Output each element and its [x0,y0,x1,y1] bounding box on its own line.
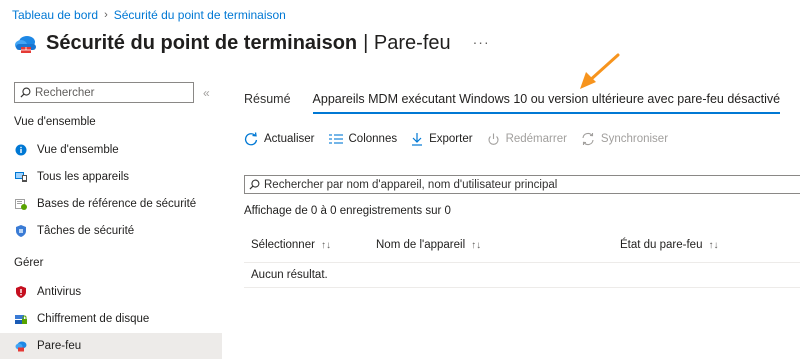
antivirus-shield-icon [15,286,27,298]
main-content: Résumé Appareils MDM exécutant Windows 1… [244,53,800,362]
sidebar-item-label: Tâches de sécurité [37,225,135,237]
baseline-icon [15,198,27,210]
breadcrumb-home-link[interactable]: Tableau de bord [12,8,98,22]
disk-encryption-icon [15,313,27,325]
sync-button[interactable]: Synchroniser [581,132,668,146]
download-icon [412,133,423,146]
firewall-cloud-icon [15,35,36,53]
page-subtitle: | Pare-feu [363,32,451,54]
sidebar-item-label: Chiffrement de disque [37,313,150,325]
sidebar-search-box[interactable] [14,82,194,103]
page-title: Sécurité du point de terminaison [46,32,358,54]
sort-icon: ↑↓ [471,239,482,251]
columns-icon [328,134,343,144]
refresh-label: Actualiser [264,133,315,145]
page-header: Sécurité du point de terminaison | Pare-… [14,32,490,55]
tab-summary[interactable]: Résumé [244,92,291,114]
column-header-firewall-state[interactable]: État du pare-feu ↑↓ [620,239,718,251]
info-icon [15,144,27,156]
search-icon [20,87,31,98]
collapse-sidebar-icon[interactable]: « [203,86,210,100]
breadcrumb: Tableau de bord › Sécurité du point de t… [12,8,286,22]
column-label: État du pare-feu [620,239,703,251]
sidebar-item-security-tasks[interactable]: Tâches de sécurité [0,218,222,244]
empty-message: Aucun résultat. [251,269,328,281]
table-header: Sélectionner ↑↓ Nom de l'appareil ↑↓ Éta… [244,239,800,263]
devices-icon [15,171,27,183]
sidebar-heading-overview: Vue d'ensemble [14,116,96,128]
columns-button[interactable]: Colonnes [328,133,398,145]
sidebar-item-label: Pare-feu [37,340,82,352]
chevron-right-icon: › [104,9,108,21]
firewall-cloud-icon [15,340,27,352]
tab-mdm-firewall-disabled[interactable]: Appareils MDM exécutant Windows 10 ou ve… [312,92,781,114]
sidebar-item-overview[interactable]: Vue d'ensemble [0,137,222,163]
sidebar-item-firewall[interactable]: Pare-feu [0,333,222,359]
sidebar-item-all-devices[interactable]: Tous les appareils [0,164,222,190]
table-empty-row: Aucun résultat. [244,262,800,288]
breadcrumb-current-link[interactable]: Sécurité du point de terminaison [114,8,286,22]
column-header-select[interactable]: Sélectionner ↑↓ [251,239,331,251]
tab-bar: Résumé Appareils MDM exécutant Windows 1… [244,92,781,114]
sidebar-item-security-baselines[interactable]: Bases de référence de sécurité [0,191,222,217]
columns-label: Colonnes [348,133,398,145]
shield-tasks-icon [15,225,27,237]
restart-label: Redémarrer [505,133,567,145]
record-count: Affichage de 0 à 0 enregistrements sur 0 [244,205,451,217]
sidebar-item-label: Bases de référence de sécurité [37,198,197,210]
sidebar: « Vue d'ensemble Vue d'ensemble Tous les… [0,80,222,362]
sidebar-heading-manage: Gérer [14,257,44,269]
search-icon [249,179,260,190]
sidebar-item-label: Vue d'ensemble [37,144,119,156]
sort-icon: ↑↓ [320,239,331,251]
column-label: Nom de l'appareil [376,239,466,251]
sort-icon: ↑↓ [708,239,719,251]
orange-arrow-annotation [580,53,620,89]
sidebar-search-input[interactable] [35,86,185,99]
sidebar-item-label: Tous les appareils [37,171,130,183]
refresh-button[interactable]: Actualiser [244,132,315,146]
refresh-icon [244,132,258,146]
sync-label: Synchroniser [600,133,669,145]
sidebar-item-disk-encryption[interactable]: Chiffrement de disque [0,306,222,332]
restart-button[interactable]: Redémarrer [487,133,567,146]
sync-icon [582,132,594,146]
sidebar-item-antivirus[interactable]: Antivirus [0,279,222,305]
export-label: Exporter [429,133,473,145]
sidebar-item-label: Antivirus [37,286,82,298]
device-search-box[interactable] [244,175,800,194]
column-label: Sélectionner [251,239,315,251]
more-options-button[interactable]: ··· [473,34,490,50]
export-button[interactable]: Exporter [411,132,473,146]
column-header-device-name[interactable]: Nom de l'appareil ↑↓ [376,239,481,251]
command-bar: Actualiser Colonnes Exporter Redémarrer … [244,132,682,146]
device-search-input[interactable] [264,178,784,191]
power-icon [488,133,499,145]
